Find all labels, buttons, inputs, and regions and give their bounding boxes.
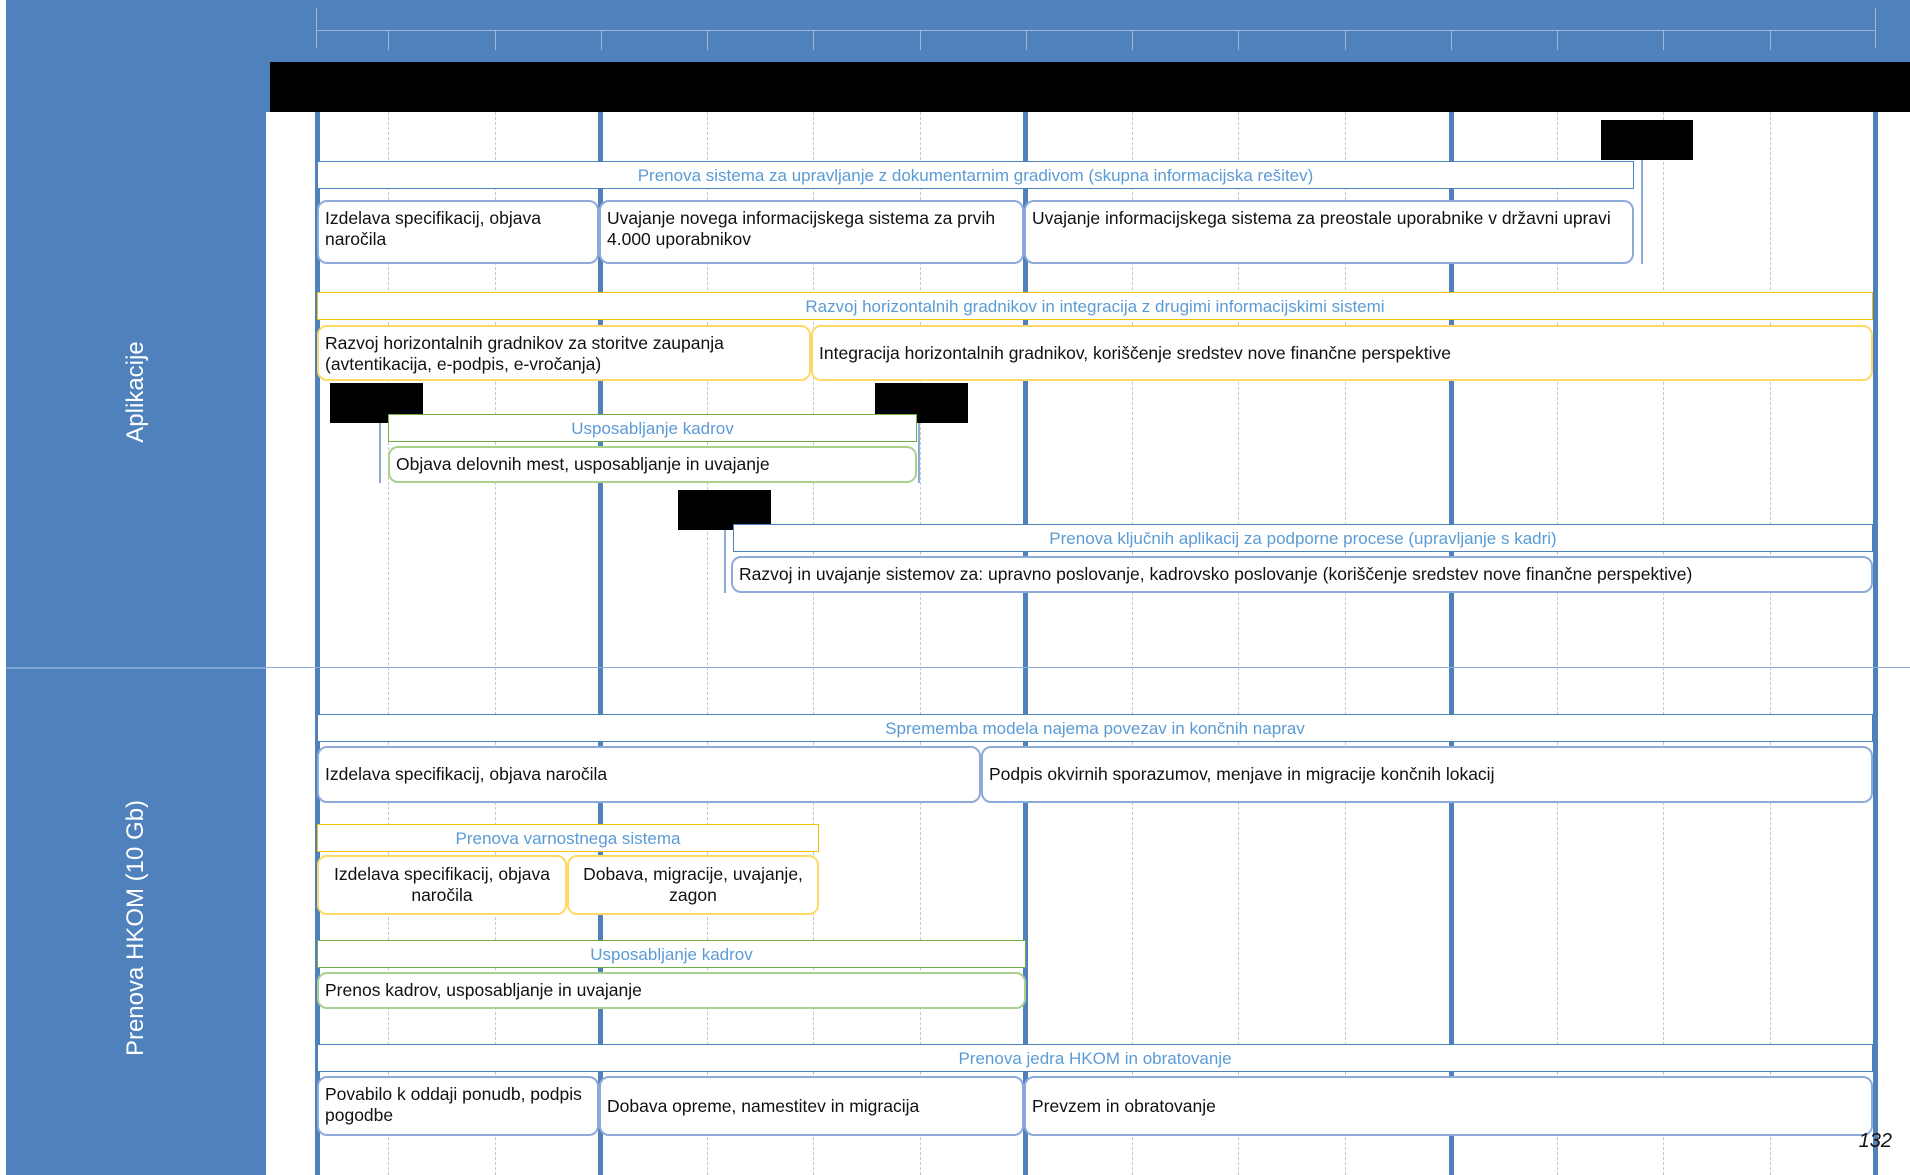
timeline-tick — [601, 30, 602, 50]
group-bracket — [1641, 160, 1643, 264]
task-bar: Dobava, migracije, uvajanje, zagon — [567, 855, 819, 915]
timeline-tick — [1770, 30, 1771, 50]
lane-divider — [6, 667, 266, 669]
task-bar: Izdelava specifikacij, objava naročila — [317, 855, 567, 915]
group-bracket — [918, 423, 920, 483]
timeline-axis-right — [1875, 8, 1876, 48]
lane-label-aplikacije: Aplikacije — [122, 341, 149, 443]
task-bar: Objava delovnih mest, usposabljanje in u… — [388, 446, 917, 483]
timeline-tick — [1026, 30, 1027, 50]
timeline-tick — [1557, 30, 1558, 50]
redacted-marker — [1601, 120, 1693, 160]
task-bar: Izdelava specifikacij, objava naročila — [317, 746, 981, 803]
timeline-axis — [316, 30, 1876, 31]
group-bracket — [724, 530, 726, 593]
grid-line-minor — [1238, 112, 1239, 1175]
lane-label-prenova-hkom: Prenova HKOM (10 Gb) — [122, 799, 149, 1057]
group-bracket — [379, 423, 381, 483]
task-bar: Povabilo k oddaji ponudb, podpis pogodbe — [317, 1076, 599, 1136]
grid-line-major — [598, 112, 603, 1175]
timeline-axis-left — [316, 8, 317, 48]
grid-line-major — [1873, 112, 1878, 1175]
timeline-tick — [1238, 30, 1239, 50]
task-bar: Uvajanje novega informacijskega sistema … — [599, 200, 1024, 264]
group-header: Razvoj horizontalnih gradnikov in integr… — [317, 292, 1873, 320]
grid-line-major — [315, 112, 320, 1175]
grid-line-minor — [920, 112, 921, 1175]
group-header: Prenova jedra HKOM in obratovanje — [317, 1044, 1873, 1072]
timeline-tick — [1132, 30, 1133, 50]
group-header: Usposabljanje kadrov — [317, 940, 1026, 968]
timeline-tick — [707, 30, 708, 50]
timeline-tick — [813, 30, 814, 50]
grid-line-minor — [707, 112, 708, 1175]
task-bar: Podpis okvirnih sporazumov, menjave in m… — [981, 746, 1873, 803]
group-header: Prenova ključnih aplikacij za podporne p… — [733, 524, 1873, 552]
grid-line-minor — [1770, 112, 1771, 1175]
grid-line-minor — [1663, 112, 1664, 1175]
grid-line-major — [1449, 112, 1454, 1175]
task-bar: Izdelava specifikacij, objava naročila — [317, 200, 599, 264]
task-bar: Prevzem in obratovanje — [1024, 1076, 1873, 1136]
grid-line-minor — [1557, 112, 1558, 1175]
group-header: Prenova sistema za upravljanje z dokumen… — [317, 161, 1634, 189]
grid-line-minor — [1132, 112, 1133, 1175]
redacted-bar — [270, 62, 1910, 112]
task-bar: Integracija horizontalnih gradnikov, kor… — [811, 325, 1873, 381]
grid-line-minor — [1345, 112, 1346, 1175]
grid-line-minor — [495, 112, 496, 1175]
group-header: Usposabljanje kadrov — [388, 414, 917, 442]
group-header: Sprememba modela najema povezav in končn… — [317, 714, 1873, 742]
task-bar: Prenos kadrov, usposabljanje in uvajanje — [317, 972, 1026, 1009]
grid-line-minor — [388, 112, 389, 1175]
timeline-tick — [1345, 30, 1346, 50]
page-number: 132 — [1858, 1130, 1892, 1152]
timeline-tick — [920, 30, 921, 50]
timeline-tick — [1451, 30, 1452, 50]
task-bar: Uvajanje informacijskega sistema za preo… — [1024, 200, 1634, 264]
task-bar: Razvoj in uvajanje sistemov za: upravno … — [731, 556, 1873, 593]
timeline-tick — [388, 30, 389, 50]
grid-line-minor — [813, 112, 814, 1175]
task-bar: Razvoj horizontalnih gradnikov za storit… — [317, 325, 811, 381]
task-bar: Dobava opreme, namestitev in migracija — [599, 1076, 1024, 1136]
timeline-tick — [495, 30, 496, 50]
grid-line-major — [1023, 112, 1028, 1175]
timeline-tick — [1663, 30, 1664, 50]
group-header: Prenova varnostnega sistema — [317, 824, 819, 852]
lane-separator — [266, 667, 1910, 668]
